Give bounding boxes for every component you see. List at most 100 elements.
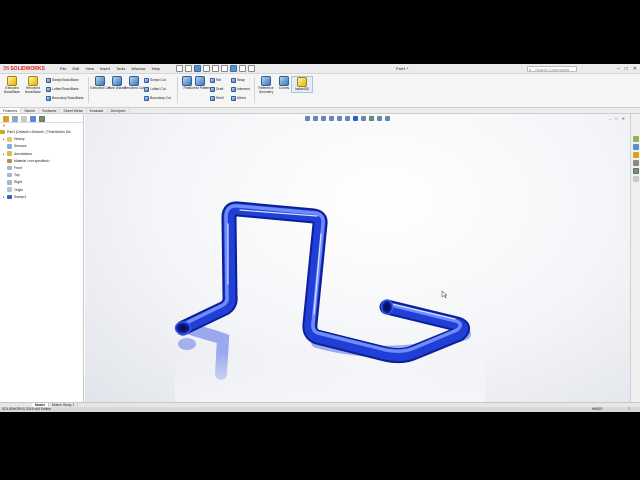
feature-manager-icon[interactable] [3, 116, 9, 122]
maximize-button[interactable]: □ [625, 66, 628, 72]
draft-button[interactable]: Draft [210, 85, 223, 93]
revolved-boss-button[interactable]: Revolved Boss/Base [22, 76, 44, 94]
tab-evaluate[interactable]: Evaluate [87, 108, 108, 113]
logo-text: SOLIDWORKS [10, 66, 45, 72]
boundary-cut-button[interactable]: Boundary Cut [144, 94, 171, 102]
wrap-icon [231, 77, 236, 83]
annotation-icon [7, 151, 12, 156]
mirror-icon [231, 95, 236, 101]
part-icon [0, 129, 5, 135]
revolved-cut-button[interactable]: Revolved Cut [123, 76, 145, 91]
tab-dimxpert[interactable]: DimXpert [108, 108, 130, 113]
close-button[interactable]: ✕ [633, 66, 637, 72]
boundary-icon [46, 95, 51, 101]
swept-boss-button[interactable]: Swept Boss/Base [46, 76, 79, 84]
search-placeholder: Search Commands [535, 67, 570, 72]
sweep-feature-icon [7, 194, 12, 200]
tree-item-material[interactable]: Material <not specified> [0, 158, 83, 165]
rebuild-icon[interactable] [230, 65, 237, 72]
file-explorer-icon[interactable] [632, 152, 639, 158]
save-icon[interactable] [194, 65, 201, 72]
swept-cut-button[interactable]: Swept Cut [144, 76, 166, 84]
view-palette-icon[interactable] [632, 160, 639, 166]
solidworks-logo[interactable]: 3S SOLIDWORKS [3, 65, 45, 73]
file-properties-icon[interactable] [239, 65, 246, 72]
menu-help[interactable]: Help [152, 66, 160, 71]
appearances-icon[interactable] [632, 168, 639, 174]
tree-item-history[interactable]: ▸ History [0, 136, 83, 143]
units-selector[interactable]: MMGS [592, 407, 603, 412]
tab-sheet-metal[interactable]: Sheet Metal [60, 108, 87, 113]
custom-properties-icon[interactable] [632, 176, 639, 182]
shell-button[interactable]: Shell [210, 94, 224, 102]
window-controls: – □ ✕ [617, 66, 637, 72]
rib-button[interactable]: Rib [210, 76, 221, 84]
plane-icon [7, 180, 12, 185]
boundary-cut-icon [144, 95, 149, 101]
options-gear-icon[interactable] [248, 65, 255, 72]
menu-file[interactable]: File [60, 66, 66, 71]
tree-item-right-plane[interactable]: Right [0, 179, 83, 186]
property-manager-icon[interactable] [12, 116, 18, 122]
tab-surfaces[interactable]: Surfaces [39, 108, 61, 113]
task-pane [630, 114, 640, 402]
display-manager-icon[interactable] [39, 116, 45, 122]
feature-manager-panel: ▼ Part1 (Default<<Default>_PhotoWorks Di… [0, 114, 84, 402]
tree-item-sweep1[interactable]: ▸ Sweep1 [0, 194, 83, 201]
tree-item-front-plane[interactable]: Front [0, 165, 83, 172]
configuration-manager-icon[interactable] [21, 116, 27, 122]
minimize-button[interactable]: – [617, 66, 620, 72]
quick-access-toolbar [176, 65, 255, 72]
tube-bore-left [179, 325, 187, 331]
graphics-area[interactable]: – □ ✕ [85, 114, 630, 402]
menu-window[interactable]: Window [131, 66, 145, 71]
wrap-button[interactable]: Wrap [231, 76, 245, 84]
tree-item-annotations[interactable]: ▸ Annotations [0, 151, 83, 158]
extrude-icon [7, 76, 17, 86]
origin-icon [7, 187, 12, 192]
menu-insert[interactable]: Insert [100, 66, 110, 71]
lofted-cut-icon [144, 86, 149, 92]
print-icon[interactable] [203, 65, 210, 72]
lofted-cut-button[interactable]: Lofted Cut [144, 85, 166, 93]
help-icon[interactable]: ? [628, 407, 630, 412]
extruded-cut-icon [95, 76, 105, 86]
draft-icon [210, 86, 215, 92]
hole-wizard-icon [112, 76, 122, 86]
panel-tab-icons [0, 114, 83, 123]
design-library-icon[interactable] [632, 144, 639, 150]
instant3d-button[interactable]: Instant3D [291, 76, 313, 93]
tree-root-part[interactable]: Part1 (Default<<Default>_PhotoWorks Dis [0, 129, 83, 136]
tree-item-sensors[interactable]: Sensors [0, 143, 83, 150]
menu-edit[interactable]: Edit [72, 66, 79, 71]
sensor-icon [7, 144, 12, 149]
menu-view[interactable]: View [85, 66, 94, 71]
tab-features[interactable]: Features [0, 108, 22, 113]
select-icon[interactable] [221, 65, 228, 72]
tab-sketch[interactable]: Sketch [21, 108, 40, 113]
dimxpert-manager-icon[interactable] [30, 116, 36, 122]
tree-item-origin[interactable]: Origin [0, 187, 83, 194]
tree-item-top-plane[interactable]: Top [0, 172, 83, 179]
revolved-cut-icon [129, 76, 139, 86]
feature-tree: Part1 (Default<<Default>_PhotoWorks Dis … [0, 129, 83, 201]
solidworks-resources-icon[interactable] [632, 136, 639, 142]
plane-icon [7, 165, 12, 171]
open-icon[interactable] [185, 65, 192, 72]
menu-tools[interactable]: Tools [116, 66, 125, 71]
intersect-button[interactable]: Intersect [231, 85, 250, 93]
linear-pattern-button[interactable]: Linear Pattern [189, 76, 211, 91]
swept-tube-model[interactable] [85, 114, 630, 402]
undo-icon[interactable] [212, 65, 219, 72]
extruded-boss-button[interactable]: Extruded Boss/Base [1, 76, 23, 94]
new-document-icon[interactable] [176, 65, 183, 72]
search-commands-field[interactable]: ⌕ Search Commands [527, 66, 577, 72]
material-icon [7, 158, 12, 164]
history-icon [7, 137, 12, 142]
boundary-boss-button[interactable]: Boundary Boss/Base [46, 94, 84, 102]
linear-pattern-icon [195, 76, 205, 86]
mirror-button[interactable]: Mirror [231, 94, 246, 102]
lofted-boss-button[interactable]: Lofted Boss/Base [46, 85, 79, 93]
reference-geometry-icon [261, 76, 271, 86]
mouse-cursor-icon [441, 290, 448, 299]
